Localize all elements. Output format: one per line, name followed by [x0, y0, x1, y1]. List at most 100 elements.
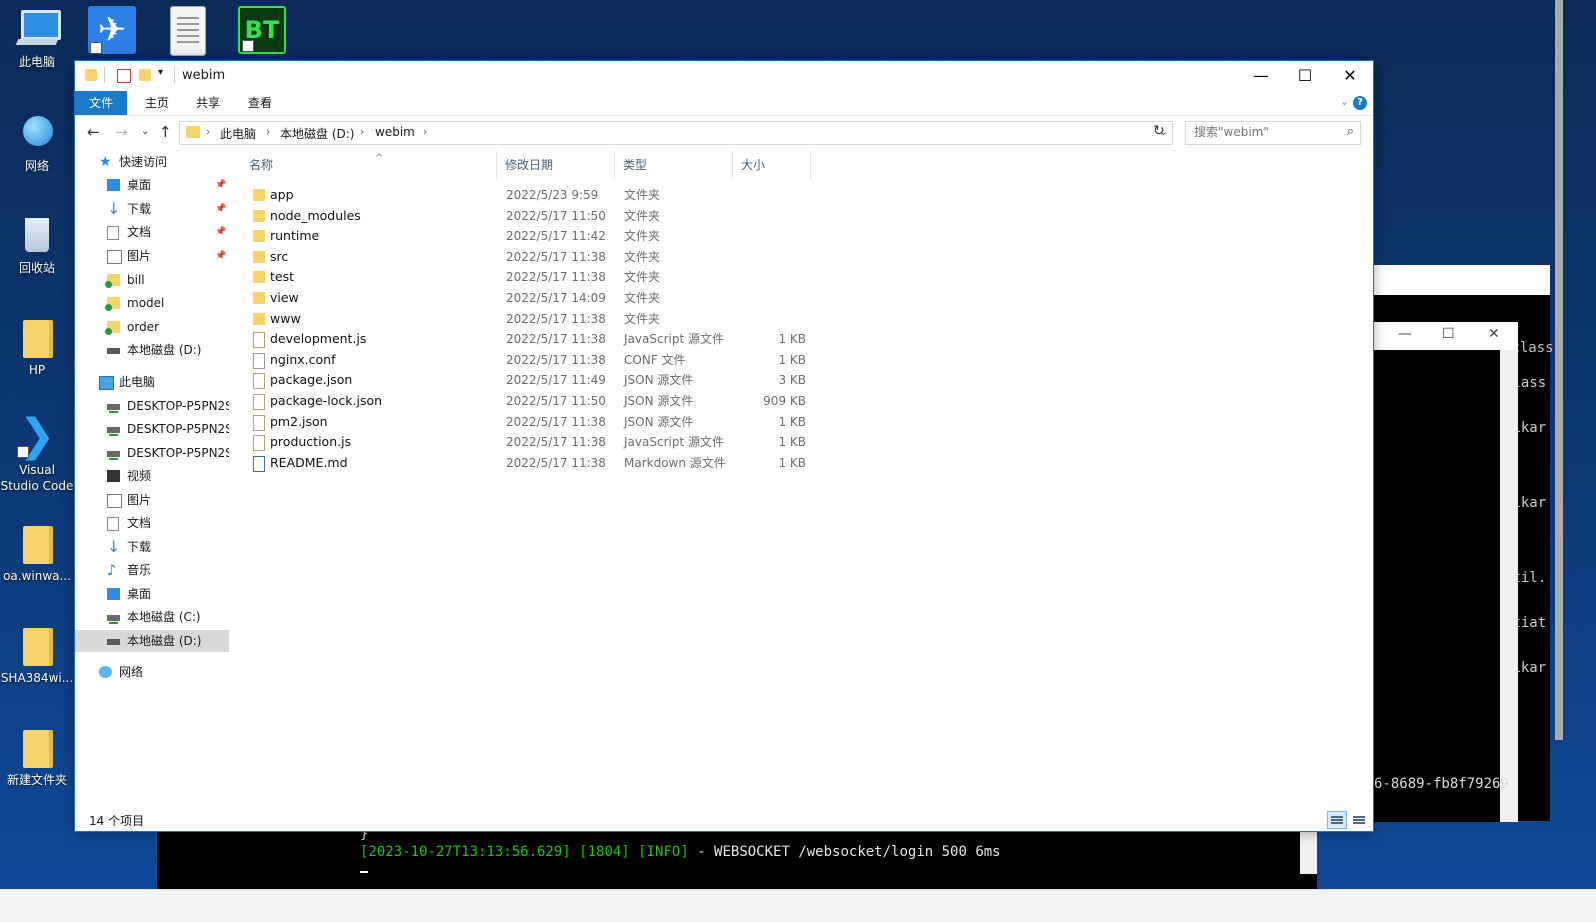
- recent-locations-icon[interactable]: ⌄: [141, 126, 149, 137]
- bt-panel-icon[interactable]: BT: [238, 6, 286, 54]
- maximize-button[interactable]: ☐: [1282, 61, 1328, 91]
- nav-item[interactable]: ↓ 下载 📌: [75, 198, 229, 220]
- back-button[interactable]: ←: [87, 123, 100, 141]
- text-document-icon[interactable]: [170, 6, 206, 56]
- nav-item[interactable]: DESKTOP-P5PN2S: [75, 442, 229, 464]
- navigation-pane[interactable]: ★ 快速访问 桌面 📌 ↓ 下载 📌 文档 📌 图片 📌 bill model order 本地磁盘 (D:…: [75, 151, 229, 799]
- file-row[interactable]: development.js 2022/5/17 11:38 JavaScript …: [247, 329, 813, 349]
- search-icon[interactable]: ⌕: [1347, 124, 1354, 139]
- desktop-icon-vscode[interactable]: Visual Studio Code: [0, 414, 74, 494]
- file-row[interactable]: www 2022/5/17 11:38 文件夹: [247, 309, 813, 329]
- background-scrollbar[interactable]: [1555, 0, 1563, 740]
- breadcrumb-webim[interactable]: webim: [375, 125, 415, 139]
- column-header-name[interactable]: 名称 ^: [241, 151, 497, 179]
- window-titlebar[interactable]: ▾ webim — ☐ ✕: [75, 61, 1373, 91]
- file-explorer-window[interactable]: ▾ webim — ☐ ✕ 文件 主页 共享 查看 ⌄ ? ← → ⌄ ↑ › …: [74, 60, 1374, 832]
- nav-item[interactable]: 图片: [75, 489, 229, 511]
- desktop-icon-recycle-bin[interactable]: 回收站: [0, 212, 74, 276]
- close-button[interactable]: ✕: [1327, 61, 1373, 91]
- nav-item[interactable]: 本地磁盘 (C:): [75, 606, 229, 628]
- console-scrollbar[interactable]: [1500, 350, 1518, 822]
- nav-item[interactable]: DESKTOP-P5PN2S: [75, 418, 229, 440]
- minimize-button[interactable]: —: [1238, 61, 1284, 91]
- nav-item[interactable]: 文档: [75, 512, 229, 534]
- nav-item[interactable]: model: [75, 292, 229, 314]
- desktop-icon-sha384[interactable]: SHA384wi...: [0, 622, 74, 686]
- address-bar[interactable]: › 此电脑 › 本地磁盘 (D:) › webim › ⌄: [179, 121, 1173, 145]
- nav-item[interactable]: 文档 📌: [75, 221, 229, 243]
- nav-item[interactable]: 此电脑: [75, 371, 229, 393]
- console-scrollbar[interactable]: [1300, 829, 1317, 874]
- details-view-button[interactable]: [1327, 811, 1347, 829]
- column-header-date[interactable]: 修改日期: [497, 151, 615, 179]
- bird-app-icon[interactable]: ✈: [88, 6, 136, 54]
- nav-item[interactable]: ★ 快速访问: [75, 151, 229, 173]
- column-header-size[interactable]: 大小: [733, 151, 811, 179]
- file-row[interactable]: runtime 2022/5/17 11:42 文件夹: [247, 226, 813, 246]
- tab-file[interactable]: 文件: [75, 91, 128, 115]
- nav-item[interactable]: bill: [75, 269, 229, 291]
- search-input[interactable]: [1186, 122, 1334, 142]
- file-name: runtime: [270, 228, 320, 244]
- breadcrumb-drive-d[interactable]: 本地磁盘 (D:): [280, 125, 354, 142]
- file-row[interactable]: production.js 2022/5/17 11:38 JavaScript 源…: [247, 432, 813, 452]
- nav-item[interactable]: 桌面: [75, 583, 229, 605]
- nav-item[interactable]: 图片 📌: [75, 245, 229, 267]
- file-row[interactable]: README.md 2022/5/17 11:38 Markdown 源文件 1 KB: [247, 453, 813, 473]
- file-icon: [253, 414, 265, 431]
- chevron-right-icon[interactable]: ›: [266, 125, 270, 138]
- nav-item[interactable]: 本地磁盘 (D:): [75, 630, 229, 652]
- tab-share[interactable]: 共享: [182, 91, 234, 115]
- breadcrumb-this-pc[interactable]: 此电脑: [220, 125, 256, 142]
- file-row[interactable]: view 2022/5/17 14:09 文件夹: [247, 288, 813, 308]
- console-titlebar[interactable]: [1374, 265, 1550, 295]
- file-row[interactable]: package-lock.json 2022/5/17 11:50 JSON 源文件…: [247, 391, 813, 411]
- file-row[interactable]: test 2022/5/17 11:38 文件夹: [247, 267, 813, 287]
- nav-item-label: DESKTOP-P5PN2S: [127, 446, 229, 460]
- file-row[interactable]: app 2022/5/23 9:59 文件夹: [247, 185, 813, 205]
- file-row[interactable]: pm2.json 2022/5/17 11:38 JSON 源文件 1 KB: [247, 412, 813, 432]
- nav-item[interactable]: ↓ 下载: [75, 536, 229, 558]
- tab-home[interactable]: 主页: [131, 91, 183, 115]
- nav-item[interactable]: ♪ 音乐: [75, 559, 229, 581]
- expand-ribbon-icon[interactable]: ⌄: [1340, 95, 1349, 108]
- file-list[interactable]: 名称 ^ 修改日期 类型 大小 app 2022/5/23 9:59 文件夹 node…: [233, 151, 1371, 799]
- console-window-bottom[interactable]: } [2023-10-27T13:13:56.629] [1804] [INFO…: [157, 826, 1317, 889]
- properties-icon[interactable]: [117, 69, 131, 83]
- file-row[interactable]: nginx.conf 2022/5/17 11:38 CONF 文件 1 KB: [247, 350, 813, 370]
- forward-button[interactable]: →: [115, 123, 128, 141]
- desktop-icon-new-folder[interactable]: 新建文件夹: [0, 724, 74, 788]
- file-row[interactable]: node_modules 2022/5/17 11:50 文件夹: [247, 206, 813, 226]
- desktop-icon-oa[interactable]: oa.winwa...: [0, 520, 74, 584]
- refresh-icon[interactable]: ↻: [1153, 123, 1165, 139]
- desktop-icon-network[interactable]: 网络: [0, 110, 74, 174]
- documents-icon: [107, 517, 119, 531]
- chevron-right-icon[interactable]: ›: [206, 125, 210, 138]
- close-icon[interactable]: ✕: [1488, 326, 1500, 342]
- nav-item[interactable]: 桌面 📌: [75, 174, 229, 196]
- nav-item[interactable]: DESKTOP-P5PN2S: [75, 395, 229, 417]
- column-header-type[interactable]: 类型: [615, 151, 733, 179]
- console-window-right[interactable]: — ☐ ✕ class Hikar Hikar util. ntiat Hika…: [1374, 322, 1546, 822]
- file-icon: [253, 435, 265, 452]
- tab-view[interactable]: 查看: [234, 91, 286, 115]
- chevron-right-icon[interactable]: ›: [360, 125, 364, 138]
- nav-item[interactable]: order: [75, 316, 229, 338]
- file-row[interactable]: package.json 2022/5/17 11:49 JSON 源文件 3 KB: [247, 370, 813, 390]
- maximize-icon[interactable]: ☐: [1442, 326, 1455, 342]
- nav-item[interactable]: 本地磁盘 (D:): [75, 339, 229, 361]
- nav-item[interactable]: 视频: [75, 465, 229, 487]
- large-icons-view-button[interactable]: [1349, 811, 1369, 829]
- help-icon[interactable]: ?: [1353, 96, 1367, 110]
- chevron-down-icon[interactable]: ▾: [158, 67, 170, 79]
- new-folder-icon[interactable]: [139, 69, 151, 81]
- nav-item[interactable]: 网络: [75, 661, 229, 683]
- file-row[interactable]: src 2022/5/17 11:38 文件夹: [247, 247, 813, 267]
- up-button[interactable]: ↑: [159, 123, 172, 141]
- desktop-icon-this-pc[interactable]: 此电脑: [0, 6, 74, 70]
- minimize-icon[interactable]: —: [1398, 326, 1412, 342]
- chevron-right-icon[interactable]: ›: [423, 125, 427, 138]
- desktop-icon-hp[interactable]: HP: [0, 314, 74, 378]
- console-titlebar[interactable]: — ☐ ✕: [1374, 322, 1518, 350]
- search-box[interactable]: ⌕: [1185, 121, 1361, 145]
